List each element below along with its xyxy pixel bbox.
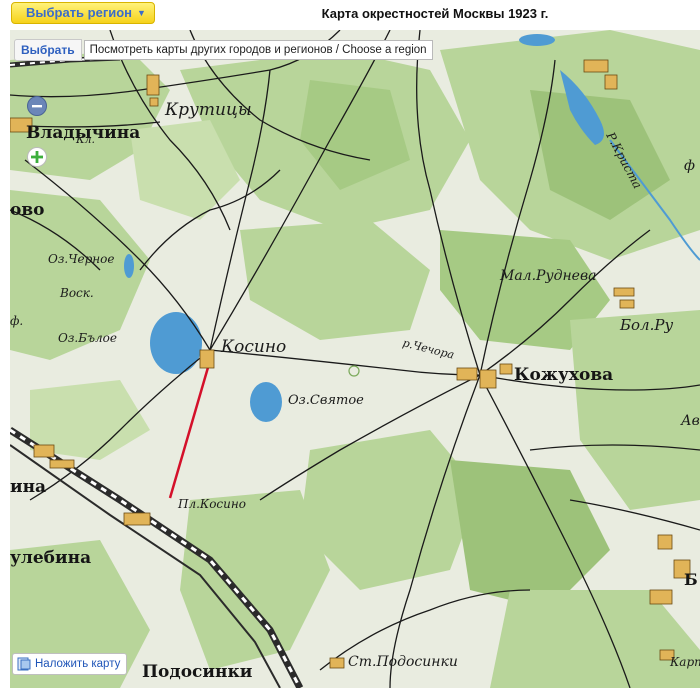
label-fi: ф [684,158,695,174]
label-b: Б [684,570,698,589]
crosshair-marker [348,365,360,377]
label-vladychina: Владычина [26,123,140,143]
label-f: ф. [10,314,23,328]
top-bar: Выбрать регион ▼ Карта окрестностей Моск… [0,0,700,30]
label-oz-beloe: Оз.Бълое [58,331,117,345]
overlay-map-label: Наложить карту [35,658,121,670]
label-vosk: Воск. [59,286,94,300]
choose-button[interactable]: Выбрать [14,39,82,61]
label-ovo: ово [10,200,45,220]
label-av: Ав [680,413,700,429]
label-st-podosinki: Ст.Подосинки [348,654,458,670]
label-oz-svyatoe: Оз.Святое [288,393,364,408]
label-oz-chernoe: Оз.Черное [48,252,115,266]
overlay-map-button[interactable]: Наложить карту [12,653,128,675]
minus-icon [32,105,42,108]
label-kart: Карт [669,655,700,669]
label-r-chechora: р.Чечора [401,336,455,361]
label-kosino: Косино [220,337,286,357]
label-mal-rudneva: Мал.Руднева [499,268,596,284]
highlight-route [168,363,211,499]
choose-tooltip: Посмотреть карты других городов и регион… [83,40,433,60]
layers-icon [17,657,31,671]
map-canvas: Кл. Крутицы Владычина ово Оз.Черное Воск… [10,30,700,688]
label-ina: ина [10,477,46,497]
zoom-in-button[interactable] [27,147,47,167]
zoom-out-button[interactable] [27,96,47,116]
label-krutitsy: Крутицы [164,100,252,120]
label-ulebina: улебина [10,548,91,568]
map-viewport[interactable]: Кл. Крутицы Владычина ово Оз.Черное Воск… [10,30,700,688]
label-bol-ru: Бол.Ру [619,316,673,334]
label-pl-kosino: Пл.Косино [177,497,246,511]
choose-region-control: Выбрать Посмотреть карты других городов … [14,39,433,61]
label-kozhukhova: Кожухова [514,365,613,385]
map-title: Карта окрестностей Москвы 1923 г. [321,6,549,21]
plus-icon [31,151,43,163]
label-podosinki: Подосинки [142,662,253,682]
